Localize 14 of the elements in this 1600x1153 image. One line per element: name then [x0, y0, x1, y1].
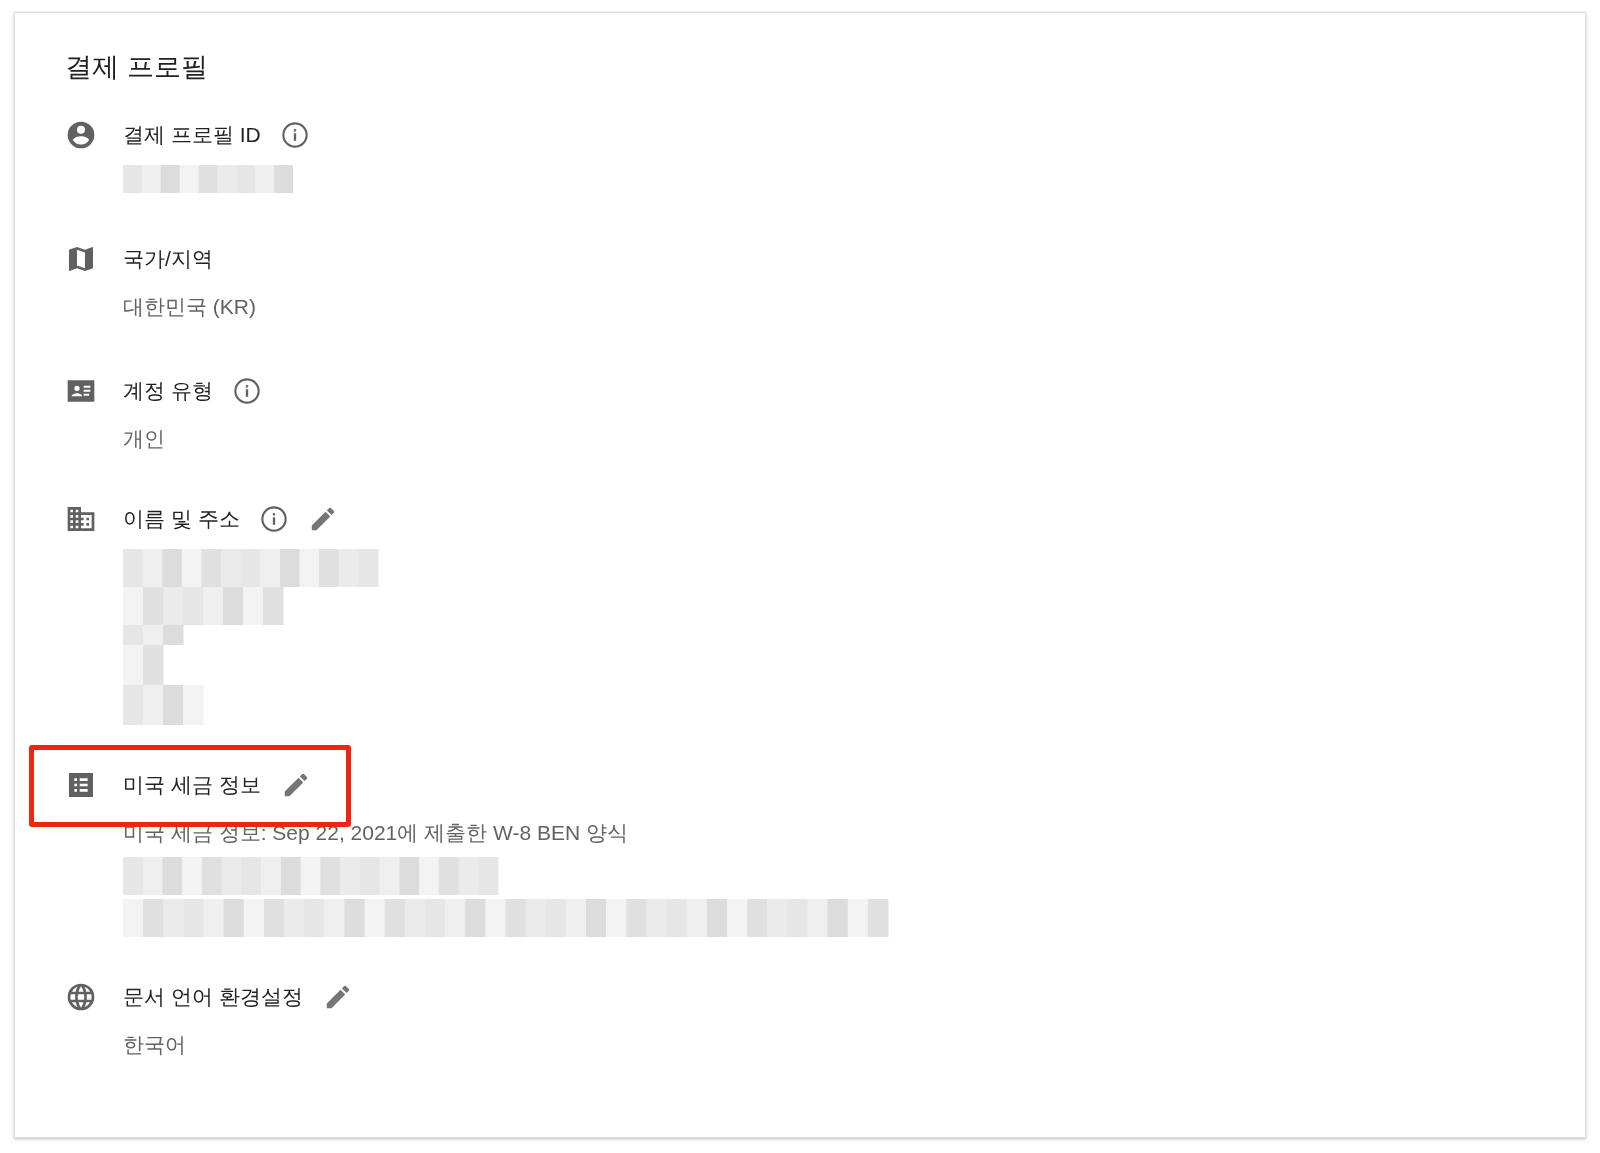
page-title: 결제 프로필	[65, 51, 209, 84]
section-value: 개인	[123, 426, 166, 452]
info-icon[interactable]	[280, 121, 309, 149]
section-label: 계정 유형	[123, 378, 213, 404]
info-icon[interactable]	[259, 505, 288, 533]
section-label: 미국 세금 정보	[123, 772, 261, 798]
section-label: 문서 언어 환경설정	[123, 984, 303, 1010]
globe-icon	[65, 981, 97, 1013]
section-label: 국가/지역	[123, 246, 213, 272]
section-value: 한국어	[123, 1032, 187, 1058]
section-label: 결제 프로필 ID	[123, 122, 261, 148]
section-value: 대한민국 (KR)	[123, 294, 257, 320]
info-icon[interactable]	[232, 377, 261, 405]
section-label: 이름 및 주소	[123, 506, 240, 532]
